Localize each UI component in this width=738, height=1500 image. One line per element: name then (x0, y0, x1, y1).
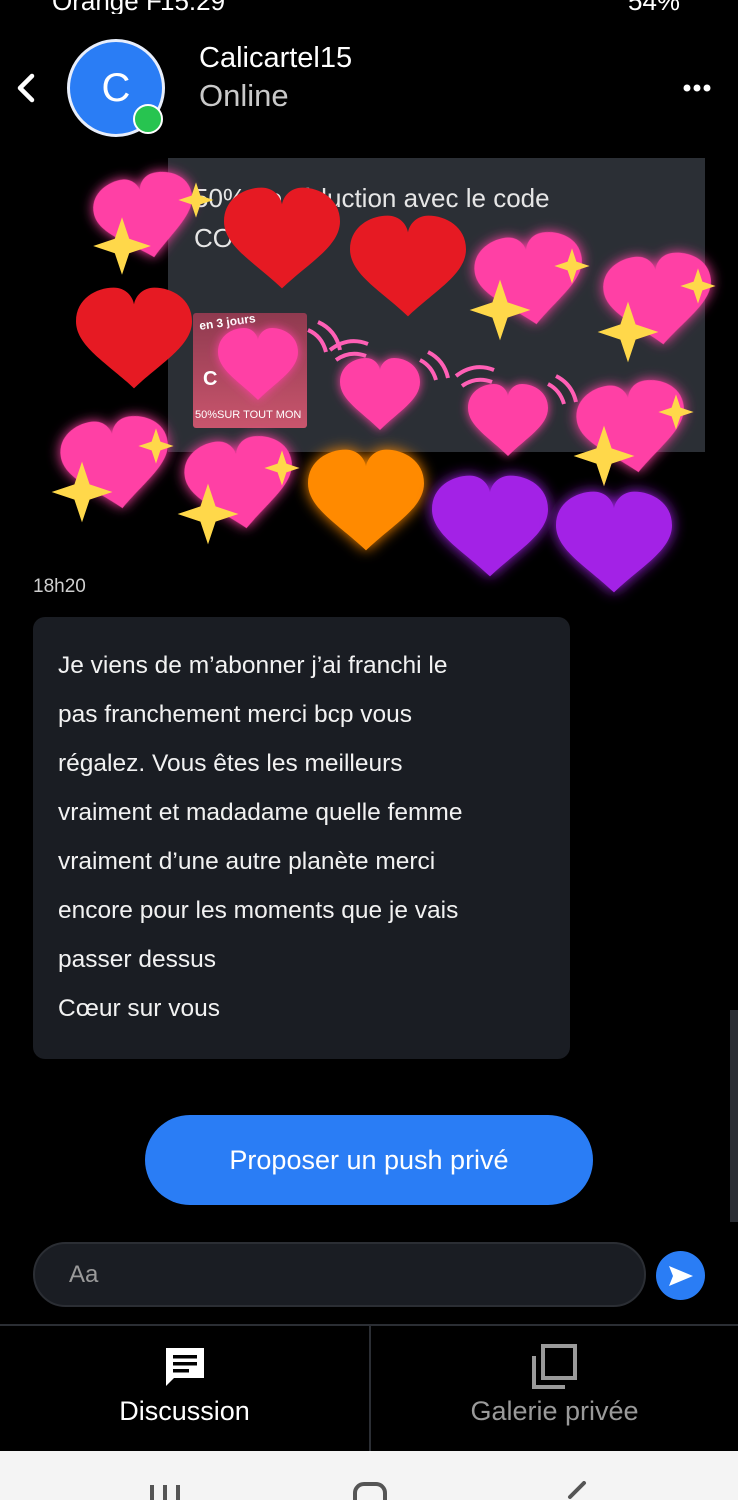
sparkle-heart-icon (56, 411, 176, 516)
home-icon[interactable] (352, 1481, 388, 1500)
send-icon (668, 1265, 693, 1286)
battery-text: 54% (628, 0, 680, 14)
system-nav-bar (0, 1451, 738, 1500)
back-nav-icon[interactable] (562, 1481, 590, 1500)
contact-status: Online (199, 78, 289, 113)
promo-text: 50% de réduction avec le code CO (194, 178, 674, 258)
message-input-wrapper (33, 1242, 646, 1307)
promo-text-line: 50% de réduction avec le code (194, 183, 550, 213)
thumb-caption: 50%SUR TOUT MON (195, 409, 302, 421)
gallery-icon (532, 1344, 577, 1389)
back-arrow-icon[interactable] (12, 70, 42, 106)
bottom-tab-bar: Discussion Galerie privée (0, 1324, 738, 1451)
tab-label: Galerie privée (470, 1396, 639, 1426)
propose-private-push-button[interactable]: Proposer un push privé (145, 1115, 593, 1205)
promo-thumbnail[interactable]: en 3 jours C 50%SUR TOUT MON (193, 313, 307, 428)
sparkle-icon (264, 450, 300, 486)
chat-header: C Calicartel15 Online (0, 30, 738, 150)
thumb-caption: C (203, 368, 218, 390)
message-line: Cœur sur vous (58, 995, 221, 1022)
sparkle-icon (93, 217, 151, 275)
carrier-text: Orange F (52, 0, 162, 14)
promo-message[interactable]: 50% de réduction avec le code CO en 3 jo… (168, 158, 705, 452)
online-indicator (133, 104, 163, 134)
message-line: passer dessus (58, 946, 216, 973)
sparkle-icon (51, 461, 113, 523)
purple-heart-icon (432, 475, 548, 577)
contact-name[interactable]: Calicartel15 (199, 42, 352, 75)
message-line: régalez. Vous êtes les meilleurs (58, 750, 403, 777)
message-line: pas franchement merci bcp vous (58, 701, 413, 728)
send-button[interactable] (656, 1251, 705, 1300)
tab-label: Discussion (119, 1396, 250, 1426)
avatar-letter: C (101, 65, 131, 110)
orange-heart-icon (308, 449, 424, 551)
message-input[interactable] (35, 1244, 644, 1305)
message-bubble[interactable]: Je viens de m’abonner j’ai franchi le pa… (33, 617, 570, 1059)
message-line: vraiment et madadame quelle femme (58, 799, 463, 826)
purple-heart-icon (556, 491, 672, 593)
message-line: Je viens de m’abonner j’ai franchi le (58, 652, 448, 679)
status-bar: Orange F 15:29 54% (0, 0, 738, 14)
more-options-icon[interactable] (680, 78, 716, 98)
tab-discussion[interactable]: Discussion (0, 1326, 369, 1451)
message-timestamp: 18h20 (33, 576, 86, 597)
recent-apps-icon[interactable] (148, 1481, 182, 1500)
clock-text: 15:29 (160, 0, 225, 14)
chat-icon (166, 1348, 204, 1386)
scrollbar-thumb[interactable] (730, 1010, 738, 1222)
thumb-caption: en 3 jours (198, 313, 257, 333)
message-line: vraiment d’une autre planète merci (58, 848, 436, 875)
message-line: encore pour les moments que je vais (58, 897, 459, 924)
sparkle-icon (177, 483, 239, 545)
tab-private-gallery[interactable]: Galerie privée (370, 1326, 738, 1451)
promo-text-line: CO (194, 223, 233, 253)
